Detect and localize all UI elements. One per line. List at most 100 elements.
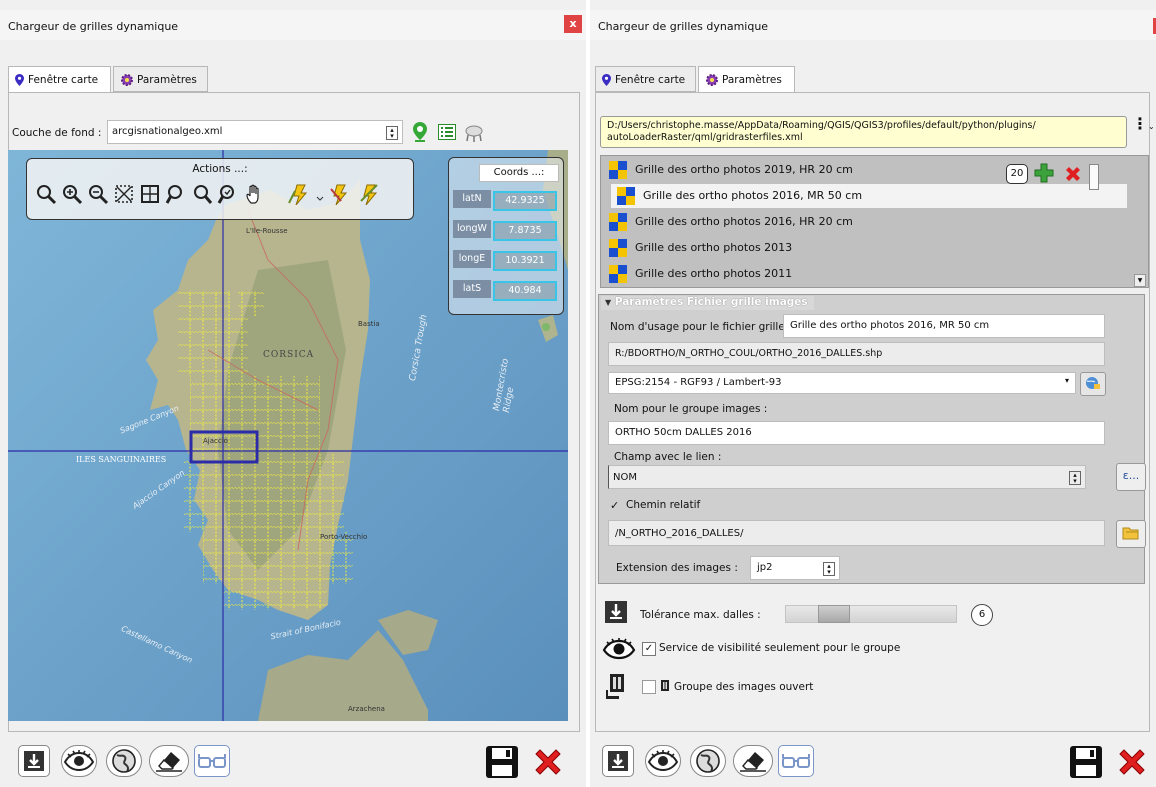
scroll-down-icon[interactable]: ▼ <box>1134 274 1146 287</box>
globe-button[interactable] <box>106 745 142 777</box>
save-icon[interactable] <box>484 744 520 780</box>
collapse-arrow-icon: ▼ <box>605 298 612 307</box>
zoom-last-icon[interactable] <box>165 183 187 205</box>
globe-icon <box>696 749 720 773</box>
remove-icon[interactable] <box>1063 164 1083 184</box>
actions-title: Actions ...: <box>192 163 248 175</box>
eraser-icon <box>740 752 766 772</box>
crs-select[interactable]: EPSG:2154 - RGF93 / Lambert-93 ▾ <box>608 372 1076 394</box>
slider-handle[interactable] <box>818 605 850 623</box>
list-icon[interactable] <box>438 124 456 140</box>
zoom-layer-icon[interactable] <box>139 183 161 205</box>
close-button[interactable]: x <box>564 15 582 33</box>
shapefile-path-field: R:/BDORTHO/N_ORTHO_COUL/ORTHO_2016_DALLE… <box>608 342 1105 366</box>
browse-folder-button[interactable] <box>1116 520 1146 548</box>
eraser-button[interactable] <box>733 745 773 777</box>
small-group-icon <box>661 680 669 691</box>
section-header[interactable]: ▼ Paramètres Fichier grille images <box>601 296 814 310</box>
zoom-next-icon[interactable] <box>191 183 213 205</box>
actions-icons <box>35 183 405 209</box>
basemap-select[interactable]: arcgisnationalgeo.xml ▴ ▾ <box>107 120 403 144</box>
tab-fenetre-carte[interactable]: Fenêtre carte <box>595 66 696 92</box>
globe-button[interactable] <box>690 745 726 777</box>
unload-tiles-icon[interactable] <box>357 183 383 205</box>
basemap-value: arcgisnationalgeo.xml <box>112 126 223 137</box>
grid-list[interactable]: Grille des ortho photos 2019, HR 20 cm Gr… <box>600 155 1149 288</box>
usage-name-input[interactable]: Grille des ortho photos 2016, MR 50 cm <box>783 314 1105 338</box>
tab-fenetre-carte[interactable]: Fenêtre carte <box>8 66 111 93</box>
chevron-down-icon: ▾ <box>1064 376 1069 385</box>
tab-parametres[interactable]: Paramètres <box>698 66 795 93</box>
scroll-thumb[interactable] <box>1089 164 1099 190</box>
dropdown-arrow-icon[interactable] <box>315 183 325 205</box>
eye-icon <box>602 638 636 660</box>
list-item[interactable]: Grille des ortho photos 2011 <box>603 262 1137 286</box>
green-pin-icon[interactable] <box>412 122 428 142</box>
coord-label-lats: latS <box>453 280 491 298</box>
left-window: Chargeur de grilles dynamique x Fenêtre … <box>0 0 586 787</box>
tolerance-label: Tolérance max. dalles : <box>640 609 761 621</box>
extension-label: Extension des images : <box>616 562 738 574</box>
add-icon[interactable] <box>1033 162 1055 184</box>
cancel-icon[interactable] <box>1114 744 1150 780</box>
cloud-icon[interactable] <box>464 124 484 142</box>
tab-parametres[interactable]: Paramètres <box>113 66 208 92</box>
map-label-porto-vecchio: Porto-Vecchio <box>320 533 368 541</box>
zoom-full-icon[interactable] <box>113 183 135 205</box>
list-item-label: Grille des ortho photos 2013 <box>635 241 793 254</box>
coord-value-latn[interactable]: 42.9325 <box>493 191 557 211</box>
load-button[interactable] <box>602 745 634 777</box>
group-open-checkbox[interactable] <box>642 680 656 694</box>
map-label-arzachena: Arzachena <box>348 705 385 713</box>
map-label-ajaccio: Ajaccio <box>203 437 228 445</box>
list-item[interactable]: Grille des ortho photos 2016, MR 50 cm <box>611 184 1127 208</box>
pan-hand-icon[interactable] <box>245 183 267 205</box>
relative-path-field[interactable]: /N_ORTHO_2016_DALLES/ <box>608 520 1105 546</box>
coord-value-longe[interactable]: 10.3921 <box>493 251 557 271</box>
relative-path-label: Chemin relatif <box>626 499 701 511</box>
tab-label: Fenêtre carte <box>615 74 686 86</box>
count-badge: 20 <box>1006 164 1028 184</box>
folder-icon <box>1122 527 1139 540</box>
coords-title: Coords ...: <box>479 164 559 182</box>
extension-input[interactable]: jp2 ▴ ▾ <box>750 556 840 580</box>
visibility-button[interactable] <box>61 745 97 777</box>
zoom-select-icon[interactable] <box>217 183 239 205</box>
group-name-input[interactable]: ORTHO 50cm DALLES 2016 <box>608 421 1105 445</box>
download-icon <box>608 751 628 771</box>
map-label-sanguinaires: ILES SANGUINAIRES <box>76 455 167 464</box>
coord-value-lats[interactable]: 40.984 <box>493 281 557 301</box>
toggle-button[interactable] <box>194 745 230 777</box>
tab-label: Paramètres <box>137 74 197 86</box>
visibility-checkbox[interactable]: ✓ <box>642 642 656 656</box>
eraser-button[interactable] <box>149 745 189 777</box>
select-feature-icon[interactable] <box>287 183 313 205</box>
download-icon <box>24 751 44 771</box>
cancel-icon[interactable] <box>530 744 566 780</box>
save-icon[interactable] <box>1068 744 1104 780</box>
link-field-select[interactable]: NOM ▴ ▾ <box>608 465 1086 489</box>
list-item[interactable]: Grille des ortho photos 2019, HR 20 cm <box>603 158 1137 182</box>
toggle-button[interactable] <box>778 745 814 777</box>
expression-button[interactable]: ε... <box>1116 463 1146 491</box>
zoom-in-icon[interactable] <box>61 183 83 205</box>
load-tiles-icon[interactable] <box>327 183 353 205</box>
list-item[interactable]: Grille des ortho photos 2013 <box>603 236 1137 260</box>
coord-label-latn: latN <box>453 190 491 208</box>
tolerance-slider[interactable] <box>785 605 957 623</box>
relative-path-checkbox[interactable]: ✓ <box>610 500 622 512</box>
zoom-icon[interactable] <box>35 183 57 205</box>
map-label-corsica: CORSICA <box>263 350 315 360</box>
raster-grid-icon <box>609 239 627 257</box>
coord-value-longw[interactable]: 7.8735 <box>493 221 557 241</box>
zoom-out-icon[interactable] <box>87 183 109 205</box>
load-button[interactable] <box>18 745 50 777</box>
spin-arrows-icon: ▴ ▾ <box>823 562 835 576</box>
raster-grid-icon <box>609 161 627 179</box>
more-options-icon[interactable]: ⋮⌄ <box>1132 116 1155 132</box>
crs-picker-button[interactable] <box>1080 372 1106 396</box>
list-item[interactable]: Grille des ortho photos 2016, HR 20 cm <box>603 210 1137 234</box>
visibility-button[interactable] <box>645 745 681 777</box>
list-item-label: Grille des ortho photos 2019, HR 20 cm <box>635 163 853 176</box>
xml-path-field[interactable]: D:/Users/christophe.masse/AppData/Roamin… <box>600 116 1127 148</box>
